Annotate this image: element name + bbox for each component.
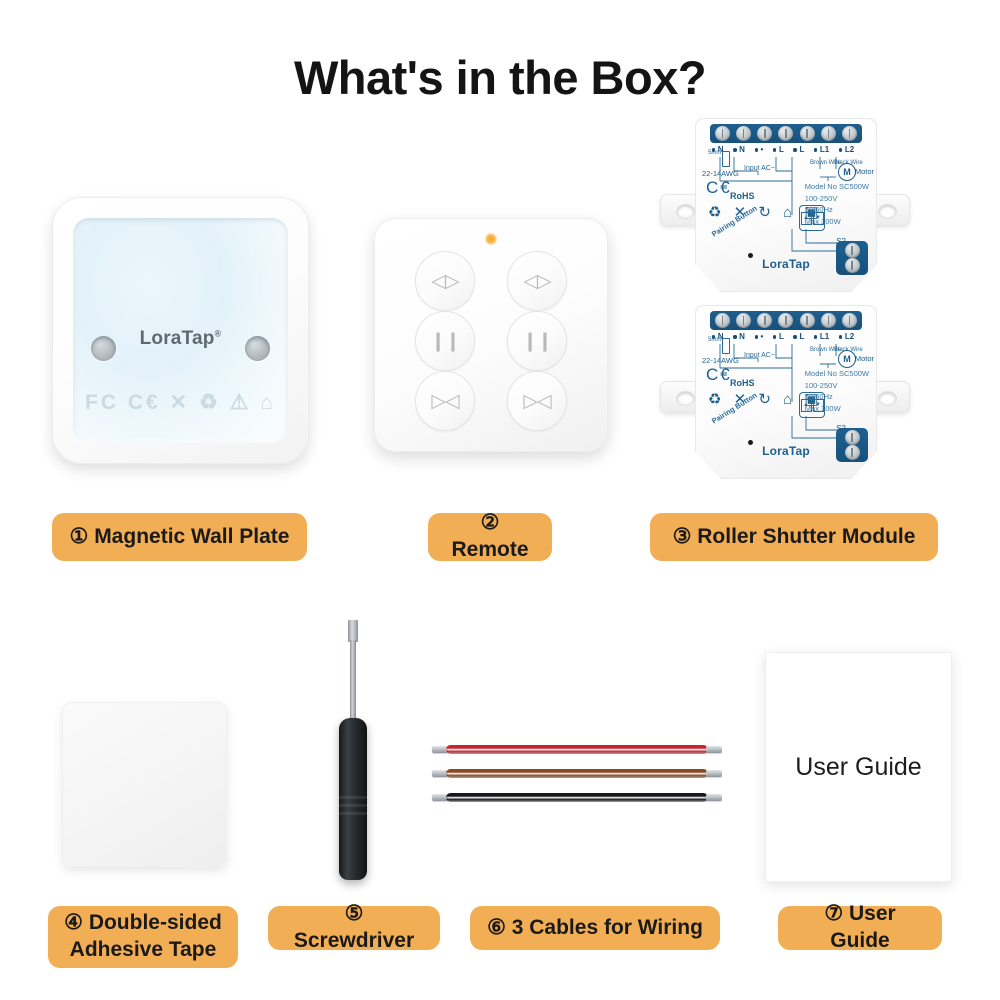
terminal-screw-icon [715,313,731,328]
remote-control: ◁▷ ◁▷ ❙❙ ❙❙ ▷◁ ▷◁ [374,218,608,452]
magnetic-wall-plate: LoraTap® FC C€ ✕ ♻ ⚠ ⌂ [52,197,309,464]
input-ac-label: Input AC~ [744,352,775,359]
cable-ferrule-icon [706,770,722,777]
terminal-screw-icon [841,126,857,141]
pin-label: L [773,145,784,154]
mounting-hole-icon [675,390,695,406]
terminal-screw-icon [757,126,773,141]
terminal-screw-icon [820,313,836,328]
model-number: Model No SC500W [804,182,869,191]
rohs-mark-icon: RoHS [730,378,755,388]
red-cable [432,744,722,755]
terminal-screw-icon [715,126,731,141]
black-cable [432,792,722,803]
screwdriver-shaft [350,640,356,722]
screwdriver-handle [339,718,367,880]
pin-label: N [733,332,745,341]
pause-button-right[interactable]: ❙❙ [507,311,567,371]
terminal-screw-icon [778,126,794,141]
mounting-hole-icon [877,203,897,219]
terminal-block [710,124,862,143]
voltage-rating: 100-250V [804,380,838,390]
pin-label: • [754,332,764,341]
remote-button-grid: ◁▷ ◁▷ ❙❙ ❙❙ ▷◁ ▷◁ [399,251,583,431]
terminal-screw-icon [841,313,857,328]
double-sided-adhesive-tape [62,702,227,867]
screwdriver-tip [348,620,358,642]
terminal-screw-icon [844,243,860,258]
mounting-hole-icon [675,203,695,219]
user-guide-booklet: User Guide [765,652,952,882]
pin-label: • [754,145,764,154]
terminal-screw-icon [844,430,860,445]
pin-label: L [793,332,805,341]
open-button-left[interactable]: ◁▷ [415,251,475,311]
voltage-rating: 100-250V [804,193,838,203]
pin-label: L2 [838,145,855,154]
certification-marks-icon: FC C€ ✕ ♻ ⚠ ⌂ [85,391,276,414]
cables-for-wiring [432,744,722,814]
wire-gauge-label: 22-14AWG [702,169,739,178]
open-button-right[interactable]: ◁▷ [507,251,567,311]
module-brand: LoraTap [762,444,810,458]
motor-symbol-icon: M [838,163,856,181]
close-button-left[interactable]: ▷◁ [415,371,475,431]
model-number: Model No SC500W [804,369,869,378]
terminal-screw-icon [799,126,815,141]
pin-label: L1 [813,145,830,154]
brown-cable [432,768,722,779]
user-guide-cover-text: User Guide [795,752,922,781]
screwdriver [335,620,371,882]
label-magnetic-wall-plate: ① Magnetic Wall Plate [52,513,307,561]
wall-plate-brand: LoraTap® [139,328,222,349]
terminal-screw-icon [820,126,836,141]
terminal-screw-icon [799,313,815,328]
terminal-screw-icon [778,313,794,328]
label-user-guide: ⑦ User Guide [778,902,942,952]
terminal-screw-icon [757,313,773,328]
motor-label: Motor [854,354,874,363]
fuse-icon [722,338,730,354]
terminal-screw-icon [736,313,752,328]
input-ac-label: Input AC~ [744,165,775,172]
pin-label: L [773,332,784,341]
up-down-switch-icon: ▲ ▼ [799,205,825,231]
module-body: N N • L L L1 L2 5mm 22-14AWG Input AC~ B… [695,305,877,479]
ce-mark-icon: C€ [706,365,732,384]
mounting-hole-icon [877,390,897,406]
pause-button-left[interactable]: ❙❙ [415,311,475,371]
terminal-screw-icon [736,126,752,141]
label-cables: ⑥ 3 Cables for Wiring [470,906,720,950]
rohs-mark-icon: RoHS [730,191,755,201]
pin-label: L [793,145,805,154]
module-body: N N • L L L1 L2 5mm 22-14AWG Input AC~ B… [695,118,877,292]
page-title: What's in the Box? [293,51,707,104]
close-button-right[interactable]: ▷◁ [507,371,567,431]
wall-plate-recess: LoraTap® FC C€ ✕ ♻ ⚠ ⌂ [73,218,288,443]
cable-ferrule-icon [706,746,722,753]
up-down-switch-icon: ▲ ▼ [799,392,825,418]
terminal-block [710,311,862,330]
led-indicator-icon [485,233,497,245]
fuse-label: 5mm [708,337,722,343]
wire-gauge-label: 22-14AWG [702,356,739,365]
label-adhesive-tape: ④ Double-sided Adhesive Tape [48,906,238,968]
label-screwdriver: ⑤ Screwdriver [268,902,440,952]
roller-shutter-module: N N • L L L1 L2 5mm 22-14AWG Input AC~ B… [660,118,910,296]
label-roller-shutter-module: ③ Roller Shutter Module [650,513,938,561]
pin-label: N [733,145,745,154]
motor-label: Motor [854,167,874,176]
fuse-label: 5mm [708,150,722,156]
terminal-pin-labels: N N • L L L1 L2 [710,145,862,155]
ce-mark-icon: C€ [706,178,732,197]
pin-label: L1 [813,332,830,341]
fuse-icon [722,151,730,167]
label-remote: ② Remote [428,511,552,561]
terminal-pin-labels: N N • L L L1 L2 [710,332,862,342]
motor-symbol-icon: M [838,350,856,368]
pin-label: L2 [838,332,855,341]
module-brand: LoraTap [762,257,810,271]
cable-ferrule-icon [706,794,722,801]
roller-shutter-module: N N • L L L1 L2 5mm 22-14AWG Input AC~ B… [660,305,910,483]
